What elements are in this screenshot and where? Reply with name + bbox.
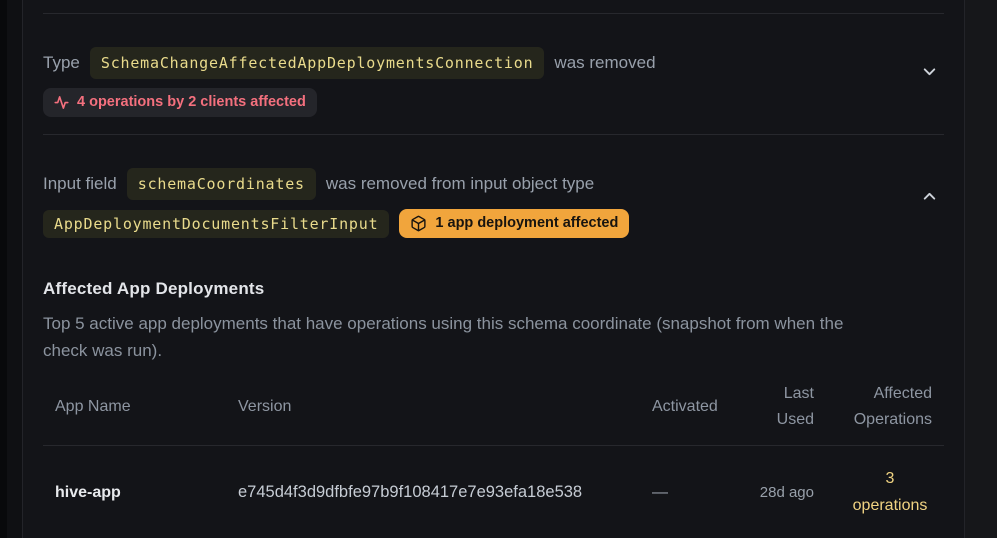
column-header-last-used: Last Used xyxy=(740,381,826,433)
breaking-changes-panel: Type SchemaChangeAffectedAppDeploymentsC… xyxy=(22,0,965,538)
activity-icon xyxy=(54,95,69,110)
schema-check-changes-page: Type SchemaChangeAffectedAppDeploymentsC… xyxy=(0,0,997,538)
collapse-change-button[interactable] xyxy=(917,184,942,209)
right-gutter xyxy=(965,0,997,538)
chevron-down-icon xyxy=(921,63,938,80)
affected-deployments-heading: Affected App Deployments xyxy=(43,279,944,299)
change-prefix: Type xyxy=(43,52,80,74)
app-deployment-affected-label: 1 app deployment affected xyxy=(435,215,618,232)
column-header-activated: Activated xyxy=(640,394,740,420)
column-header-app-name: App Name xyxy=(43,394,226,420)
left-gutter xyxy=(0,0,7,538)
change-prefix: Input field xyxy=(43,173,117,195)
table-header-row: App Name Version Activated Last Used Aff… xyxy=(43,373,944,446)
column-header-version: Version xyxy=(226,394,640,420)
cell-affected-operations: 3 operations xyxy=(826,465,944,519)
change-description: Input field schemaCoordinates was remove… xyxy=(43,168,629,200)
cell-last-used: 28d ago xyxy=(740,479,826,506)
cell-app-name: hive-app xyxy=(43,479,226,506)
change-entry-input-field-removed: Input field schemaCoordinates was remove… xyxy=(43,135,944,538)
app-deployment-affected-badge[interactable]: 1 app deployment affected xyxy=(399,209,629,238)
input-type-name-chip: AppDeploymentDocumentsFilterInput xyxy=(43,210,389,238)
operations-affected-badge[interactable]: 4 operations by 2 clients affected xyxy=(43,88,317,117)
package-icon xyxy=(410,215,427,232)
column-header-affected-operations: Affected Operations xyxy=(826,381,944,433)
change-header[interactable]: Input field schemaCoordinates was remove… xyxy=(43,168,944,238)
type-name-chip: SchemaChangeAffectedAppDeploymentsConnec… xyxy=(90,47,545,79)
table-row[interactable]: hive-app e745d4f3d9dfbfe97b9f108417e7e93… xyxy=(43,446,944,538)
chevron-up-icon xyxy=(921,188,938,205)
change-description: Type SchemaChangeAffectedAppDeploymentsC… xyxy=(43,47,656,79)
change-entry-type-removed: Type SchemaChangeAffectedAppDeploymentsC… xyxy=(43,14,944,134)
affected-deployments-table: App Name Version Activated Last Used Aff… xyxy=(43,373,944,538)
expand-change-button[interactable] xyxy=(917,59,942,84)
affected-app-deployments-section: Affected App Deployments Top 5 active ap… xyxy=(43,279,944,538)
cell-version: e745d4f3d9dfbfe97b9f108417e7e93efa18e538 xyxy=(226,479,640,506)
change-header[interactable]: Type SchemaChangeAffectedAppDeploymentsC… xyxy=(43,47,944,134)
cell-activated: — xyxy=(640,479,740,506)
affected-deployments-description: Top 5 active app deployments that have o… xyxy=(43,310,855,364)
operations-affected-label: 4 operations by 2 clients affected xyxy=(77,94,306,111)
change-suffix: was removed xyxy=(554,52,655,74)
field-name-chip: schemaCoordinates xyxy=(127,168,316,200)
operations-count-link[interactable]: 3 operations xyxy=(848,465,932,519)
change-suffix: was removed from input object type xyxy=(326,173,594,195)
